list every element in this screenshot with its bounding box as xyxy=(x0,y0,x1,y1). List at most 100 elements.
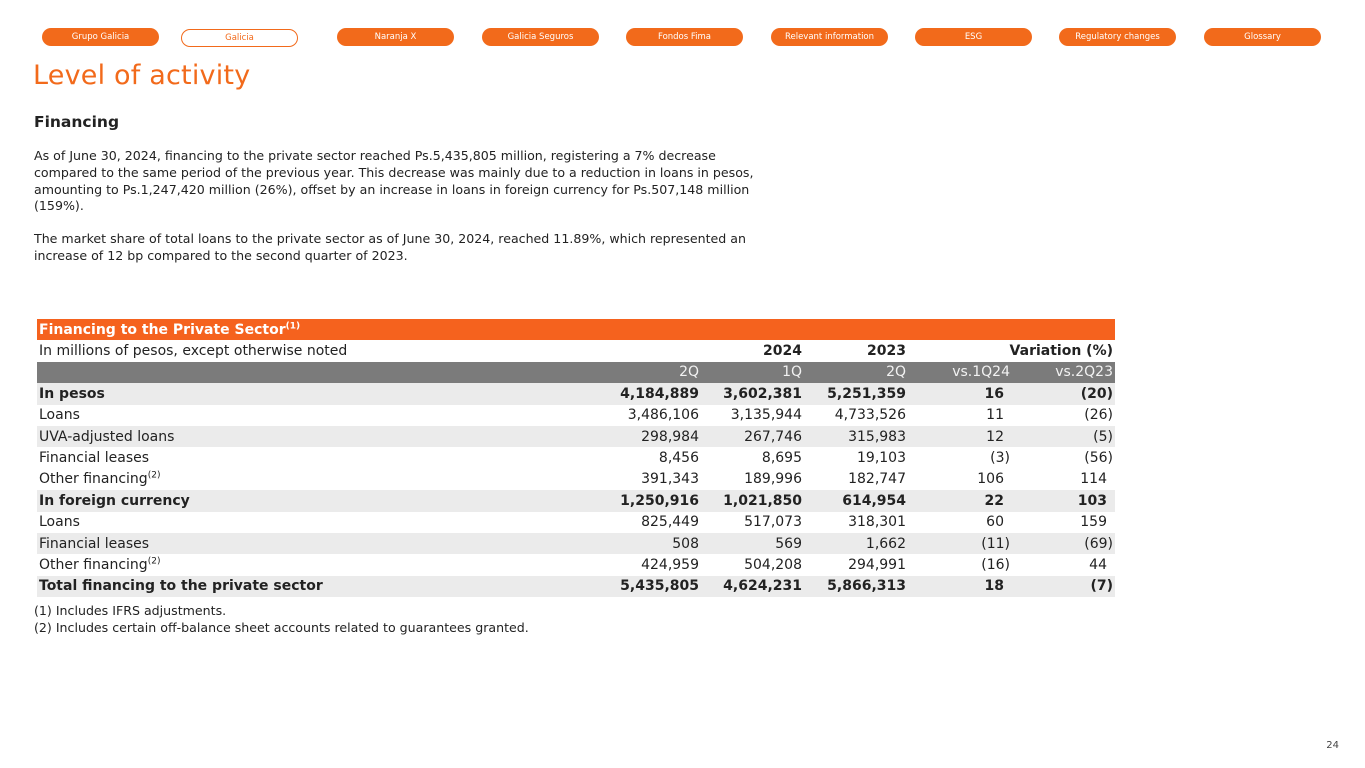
table-cell: (20) xyxy=(1012,383,1115,405)
table-cell: 318,301 xyxy=(804,511,908,533)
table-cell: 11 xyxy=(908,404,1012,426)
nav-item-galicia[interactable]: Galicia xyxy=(181,29,298,47)
row-label: In pesos xyxy=(37,383,597,405)
table-cell: 5,435,805 xyxy=(597,575,701,598)
row-label-text: Total financing to the private sector xyxy=(39,578,323,595)
table-cell: 16 xyxy=(908,383,1012,405)
table-subheader-row: In millions of pesos, except otherwise n… xyxy=(37,340,1115,362)
market-share-paragraph: The market share of total loans to the p… xyxy=(34,231,746,263)
row-label-text: In foreign currency xyxy=(39,492,190,509)
row-label-text: Other financing xyxy=(39,471,148,488)
table-title-row: Financing to the Private Sector(1) xyxy=(37,319,1115,341)
nav-item-glossary[interactable]: Glossary xyxy=(1204,28,1321,46)
table-cell: 4,184,889 xyxy=(597,383,701,405)
table-row: In foreign currency 1,250,916 1,021,850 614… xyxy=(37,490,1115,512)
section-title: Financing xyxy=(34,113,120,131)
row-label: UVA-adjusted loans xyxy=(37,425,597,448)
row-label: Other financing(2) xyxy=(37,468,597,491)
table-cell: 294,991 xyxy=(804,554,908,576)
nav-item-grupo-galicia[interactable]: Grupo Galicia xyxy=(42,28,159,46)
table-cell: (5) xyxy=(1012,425,1115,448)
row-label-text: Other financing xyxy=(39,556,148,573)
table-row: Loans 825,449 517,073 318,301 60 159 xyxy=(37,511,1115,533)
table-cell: 22 xyxy=(908,490,1012,512)
table-body: In pesos 4,184,889 3,602,381 5,251,359 16 (20… xyxy=(37,383,1115,598)
table-cell: (26) xyxy=(1012,404,1115,426)
table-cell: 189,996 xyxy=(701,468,804,491)
table-cell: 103 xyxy=(1012,490,1115,512)
table-row: Other financing(2) 424,959 504,208 294,991(… xyxy=(37,554,1115,576)
table-cell: 106 xyxy=(908,468,1012,491)
table-cell: 267,746 xyxy=(701,425,804,448)
nav-item-esg[interactable]: ESG xyxy=(915,28,1032,46)
table-cell: 391,343 xyxy=(597,468,701,491)
column-header: vs.2Q23 xyxy=(1012,361,1115,384)
row-label: Loans xyxy=(37,511,597,533)
nav-item-naranja-x[interactable]: Naranja X xyxy=(337,28,454,46)
table-cell: 60 xyxy=(908,511,1012,533)
table-title-footnote: (1) xyxy=(285,321,301,332)
table-title: Financing to the Private Sector(1) xyxy=(37,319,1115,341)
table-cell: 298,984 xyxy=(597,425,701,448)
row-label: Total financing to the private sector xyxy=(37,575,597,598)
column-header: 1Q xyxy=(701,361,804,384)
table-row: UVA-adjusted loans 298,984 267,746 315,983 1… xyxy=(37,425,1115,448)
table-cell: (16) xyxy=(908,554,1012,576)
table-cell: 5,866,313 xyxy=(804,575,908,598)
table-row: Total financing to the private sector 5,4… xyxy=(37,575,1115,598)
table-cell: 8,695 xyxy=(701,447,804,469)
table-title-text: Financing to the Private Sector xyxy=(39,321,286,338)
nav-item-galicia-seguros[interactable]: Galicia Seguros xyxy=(482,28,599,46)
row-label-text: Financial leases xyxy=(39,450,150,467)
column-header-blank xyxy=(37,361,597,384)
table-cell: 4,624,231 xyxy=(701,575,804,598)
table-cell: (56) xyxy=(1012,447,1115,469)
table-column-header-row: 2Q 1Q 2Q vs.1Q24 vs.2Q23 xyxy=(37,361,1115,384)
row-label-text: Loans xyxy=(39,407,80,424)
table-cell: 5,251,359 xyxy=(804,383,908,405)
nav-item-relevant-information[interactable]: Relevant information xyxy=(771,28,888,46)
row-label: Loans xyxy=(37,404,597,426)
column-header: 2Q xyxy=(597,361,701,384)
row-label-text: UVA-adjusted loans xyxy=(39,428,175,445)
row-label-text: Loans xyxy=(39,514,80,531)
table-row: In pesos 4,184,889 3,602,381 5,251,359 16 (20… xyxy=(37,383,1115,405)
table-row: Other financing(2) 391,343 189,996 182,747 1… xyxy=(37,468,1115,491)
table-cell: 1,021,850 xyxy=(701,490,804,512)
table-cell: (11) xyxy=(908,532,1012,555)
nav-item-regulatory-changes[interactable]: Regulatory changes xyxy=(1059,28,1176,46)
table-row: Financial leases 8,456 8,695 19,103 (3) (56) xyxy=(37,447,1115,469)
row-label-text: In pesos xyxy=(39,385,105,402)
intro-paragraph: As of June 30, 2024, financing to the pr… xyxy=(34,148,754,214)
table-cell: 4,733,526 xyxy=(804,404,908,426)
table-cell: 508 xyxy=(597,532,701,555)
footnote-2: (2) Includes certain off-balance sheet a… xyxy=(34,620,529,635)
table-cell: 12 xyxy=(908,425,1012,448)
table-cell: 569 xyxy=(701,532,804,555)
table-cell: 3,135,944 xyxy=(701,404,804,426)
row-footnote-marker: (2) xyxy=(147,470,161,481)
page-title: Level of activity xyxy=(33,60,251,91)
row-label: Other financing(2) xyxy=(37,554,597,576)
table-cell: 315,983 xyxy=(804,425,908,448)
row-label: Financial leases xyxy=(37,447,597,469)
table-cell: 114 xyxy=(1012,468,1115,491)
row-label: Financial leases xyxy=(37,532,597,555)
row-footnote-marker: (2) xyxy=(147,556,161,567)
row-label-text: Financial leases xyxy=(39,535,150,552)
nav-item-fondos-fima[interactable]: Fondos Fima xyxy=(626,28,743,46)
year-2023-header: 2023 xyxy=(804,340,908,362)
table-cell: 614,954 xyxy=(804,490,908,512)
table-cell: 1,250,916 xyxy=(597,490,701,512)
row-label: In foreign currency xyxy=(37,490,597,512)
table-cell: 1,662 xyxy=(804,532,908,555)
table-cell: 8,456 xyxy=(597,447,701,469)
table-cell: 19,103 xyxy=(804,447,908,469)
top-navigation: Grupo Galicia Galicia Naranja X Galicia … xyxy=(42,28,1322,48)
table-cell: 825,449 xyxy=(597,511,701,533)
table-cell: 517,073 xyxy=(701,511,804,533)
page-number: 24 xyxy=(1326,740,1339,751)
table-row: Loans 3,486,106 3,135,944 4,733,526 11 (26) xyxy=(37,404,1115,426)
table-cell: 18 xyxy=(908,575,1012,598)
table-row: Financial leases 508 569 1,662 (11) (69) xyxy=(37,532,1115,555)
